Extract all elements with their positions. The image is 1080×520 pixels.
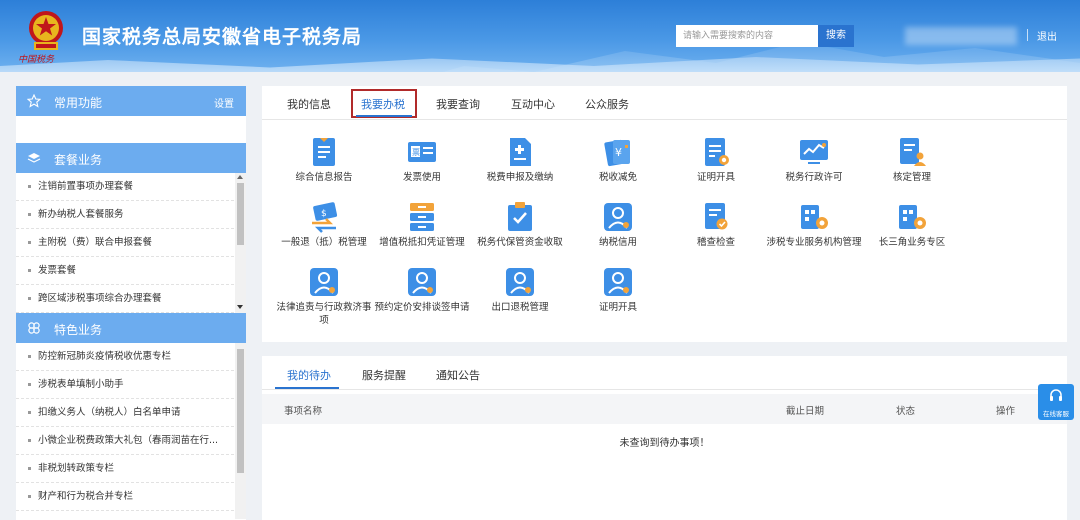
sidebar-common-title: 常用功能 xyxy=(54,96,103,110)
sidebar-special-title: 特色业务 xyxy=(54,323,103,337)
customer-service-label: 在线客服 xyxy=(1043,410,1069,418)
list-item[interactable]: 注销前置事项办理套餐 xyxy=(16,173,234,201)
scroll-up-icon xyxy=(237,175,243,179)
list-item[interactable]: 扣缴义务人（纳税人）白名单申请 xyxy=(16,399,234,427)
header-separator xyxy=(1027,29,1028,41)
list-item[interactable]: 主附税（费）联合申报套餐 xyxy=(16,229,234,257)
service-panel: 我的信息 我要办税 我要查询 互动中心 公众服务 综合信息报告 票 发票使用 税… xyxy=(262,86,1067,342)
tab-notice[interactable]: 通知公告 xyxy=(436,367,480,383)
service-yangtze-delta[interactable]: 长三角业务专区 xyxy=(852,201,972,249)
tab-my-info[interactable]: 我的信息 xyxy=(287,96,331,112)
site-title: 国家税务总局安徽省电子税务局 xyxy=(82,26,363,48)
main-tabs: 我的信息 我要办税 我要查询 互动中心 公众服务 xyxy=(262,86,1067,120)
inspection-icon xyxy=(705,203,728,230)
tab-query[interactable]: 我要查询 xyxy=(436,96,480,112)
sidebar-common-header[interactable]: 常用功能 设置 xyxy=(16,86,246,116)
clover-icon xyxy=(28,322,40,334)
sidebar-package-header[interactable]: 套餐业务 xyxy=(16,143,246,173)
emblem-caption: 中国税务 xyxy=(18,55,55,65)
active-tab-underline xyxy=(356,115,412,117)
user-info-blurred xyxy=(905,27,1017,45)
chart-monitor-icon xyxy=(800,140,828,164)
export-person-icon xyxy=(506,268,534,296)
sidebar: 常用功能 设置 套餐业务 注销前置事项办理套餐 新办纳税人套餐服务 主附税（费）… xyxy=(16,86,246,520)
list-item[interactable]: 非税划转政策专栏 xyxy=(16,455,234,483)
refund-card-icon: $ xyxy=(312,202,338,233)
scroll-thumb[interactable] xyxy=(237,183,244,245)
scroll-down-icon xyxy=(237,305,243,309)
clipboard-check-icon xyxy=(508,202,532,231)
list-item[interactable]: 涉税表单填制小助手 xyxy=(16,371,234,399)
column-item-name: 事项名称 xyxy=(284,406,323,417)
customer-service-button[interactable]: 在线客服 xyxy=(1038,384,1074,420)
region-building-icon xyxy=(899,205,926,229)
search-input[interactable]: 请输入需要搜索的内容 xyxy=(676,25,818,47)
layers-icon xyxy=(27,153,41,163)
headset-icon xyxy=(1050,389,1062,401)
svg-text:票: 票 xyxy=(412,148,420,157)
column-status: 状态 xyxy=(896,406,916,417)
sidebar-package-title: 套餐业务 xyxy=(54,153,103,167)
pricing-person-icon xyxy=(408,268,436,296)
sidebar-special-header[interactable]: 特色业务 xyxy=(16,313,246,343)
tab-service-reminder[interactable]: 服务提醒 xyxy=(362,367,406,383)
todo-tab-underline xyxy=(275,387,339,389)
service-assessment[interactable]: 核定管理 xyxy=(852,136,972,184)
search-button[interactable]: 搜索 xyxy=(818,25,854,47)
list-item[interactable]: 小微企业税费政策大礼包（春雨润苗在行... xyxy=(16,427,234,455)
tab-my-todo[interactable]: 我的待办 xyxy=(287,367,331,383)
report-document-icon xyxy=(313,138,335,166)
package-list: 注销前置事项办理套餐 新办纳税人套餐服务 主附税（费）联合申报套餐 发票套餐 跨… xyxy=(16,173,246,313)
invoice-icon: 票 xyxy=(408,142,436,162)
service-certificate-issue-2[interactable]: 证明开具 xyxy=(558,266,678,314)
assessment-user-icon xyxy=(900,138,926,166)
agency-building-icon xyxy=(801,205,828,229)
todo-empty-message: 未查询到待办事项！ xyxy=(619,438,710,449)
list-item[interactable]: 发票套餐 xyxy=(16,257,234,285)
todo-panel: 我的待办 服务提醒 通知公告 事项名称 截止日期 状态 操作 未查询到待办事项！ xyxy=(262,356,1067,520)
sidebar-settings-link[interactable]: 设置 xyxy=(214,95,234,110)
svg-text:$: $ xyxy=(321,209,327,219)
list-item[interactable]: 防控新冠肺炎疫情税收优惠专栏 xyxy=(16,343,234,371)
list-item[interactable]: 新办纳税人套餐服务 xyxy=(16,201,234,229)
column-action: 操作 xyxy=(996,406,1016,417)
special-list: 防控新冠肺炎疫情税收优惠专栏 涉税表单填制小助手 扣缴义务人（纳税人）白名单申请… xyxy=(16,343,246,519)
tax-emblem-icon xyxy=(29,11,63,50)
logout-link[interactable]: 退出 xyxy=(1037,28,1057,43)
list-item[interactable]: 跨区域涉税事项综合办理套餐 xyxy=(16,285,234,313)
declaration-icon xyxy=(510,138,531,166)
list-item[interactable]: 财产和行为税合并专栏 xyxy=(16,483,234,511)
legal-person-icon xyxy=(310,268,338,296)
svg-text:¥: ¥ xyxy=(615,146,622,159)
todo-table-header: 事项名称 截止日期 状态 操作 xyxy=(262,394,1067,424)
active-tab-highlight xyxy=(351,89,417,118)
certificate-icon xyxy=(705,138,729,166)
site-header: 中国税务 国家税务总局安徽省电子税务局 请输入需要搜索的内容 搜索 退出 xyxy=(0,0,1080,72)
scroll-thumb[interactable] xyxy=(237,349,244,473)
star-icon xyxy=(27,94,41,108)
cabinet-icon xyxy=(410,203,434,231)
tab-interaction[interactable]: 互动中心 xyxy=(511,96,555,112)
tax-relief-icon: ¥ xyxy=(604,139,630,167)
special-scrollbar[interactable] xyxy=(235,343,246,519)
person-icon xyxy=(604,203,632,231)
common-functions-empty xyxy=(16,116,246,143)
certificate-person-icon xyxy=(604,268,632,296)
tab-public-service[interactable]: 公众服务 xyxy=(585,96,629,112)
column-deadline: 截止日期 xyxy=(786,406,825,417)
package-scrollbar[interactable] xyxy=(235,173,246,313)
todo-tabs: 我的待办 服务提醒 通知公告 xyxy=(262,356,1067,390)
